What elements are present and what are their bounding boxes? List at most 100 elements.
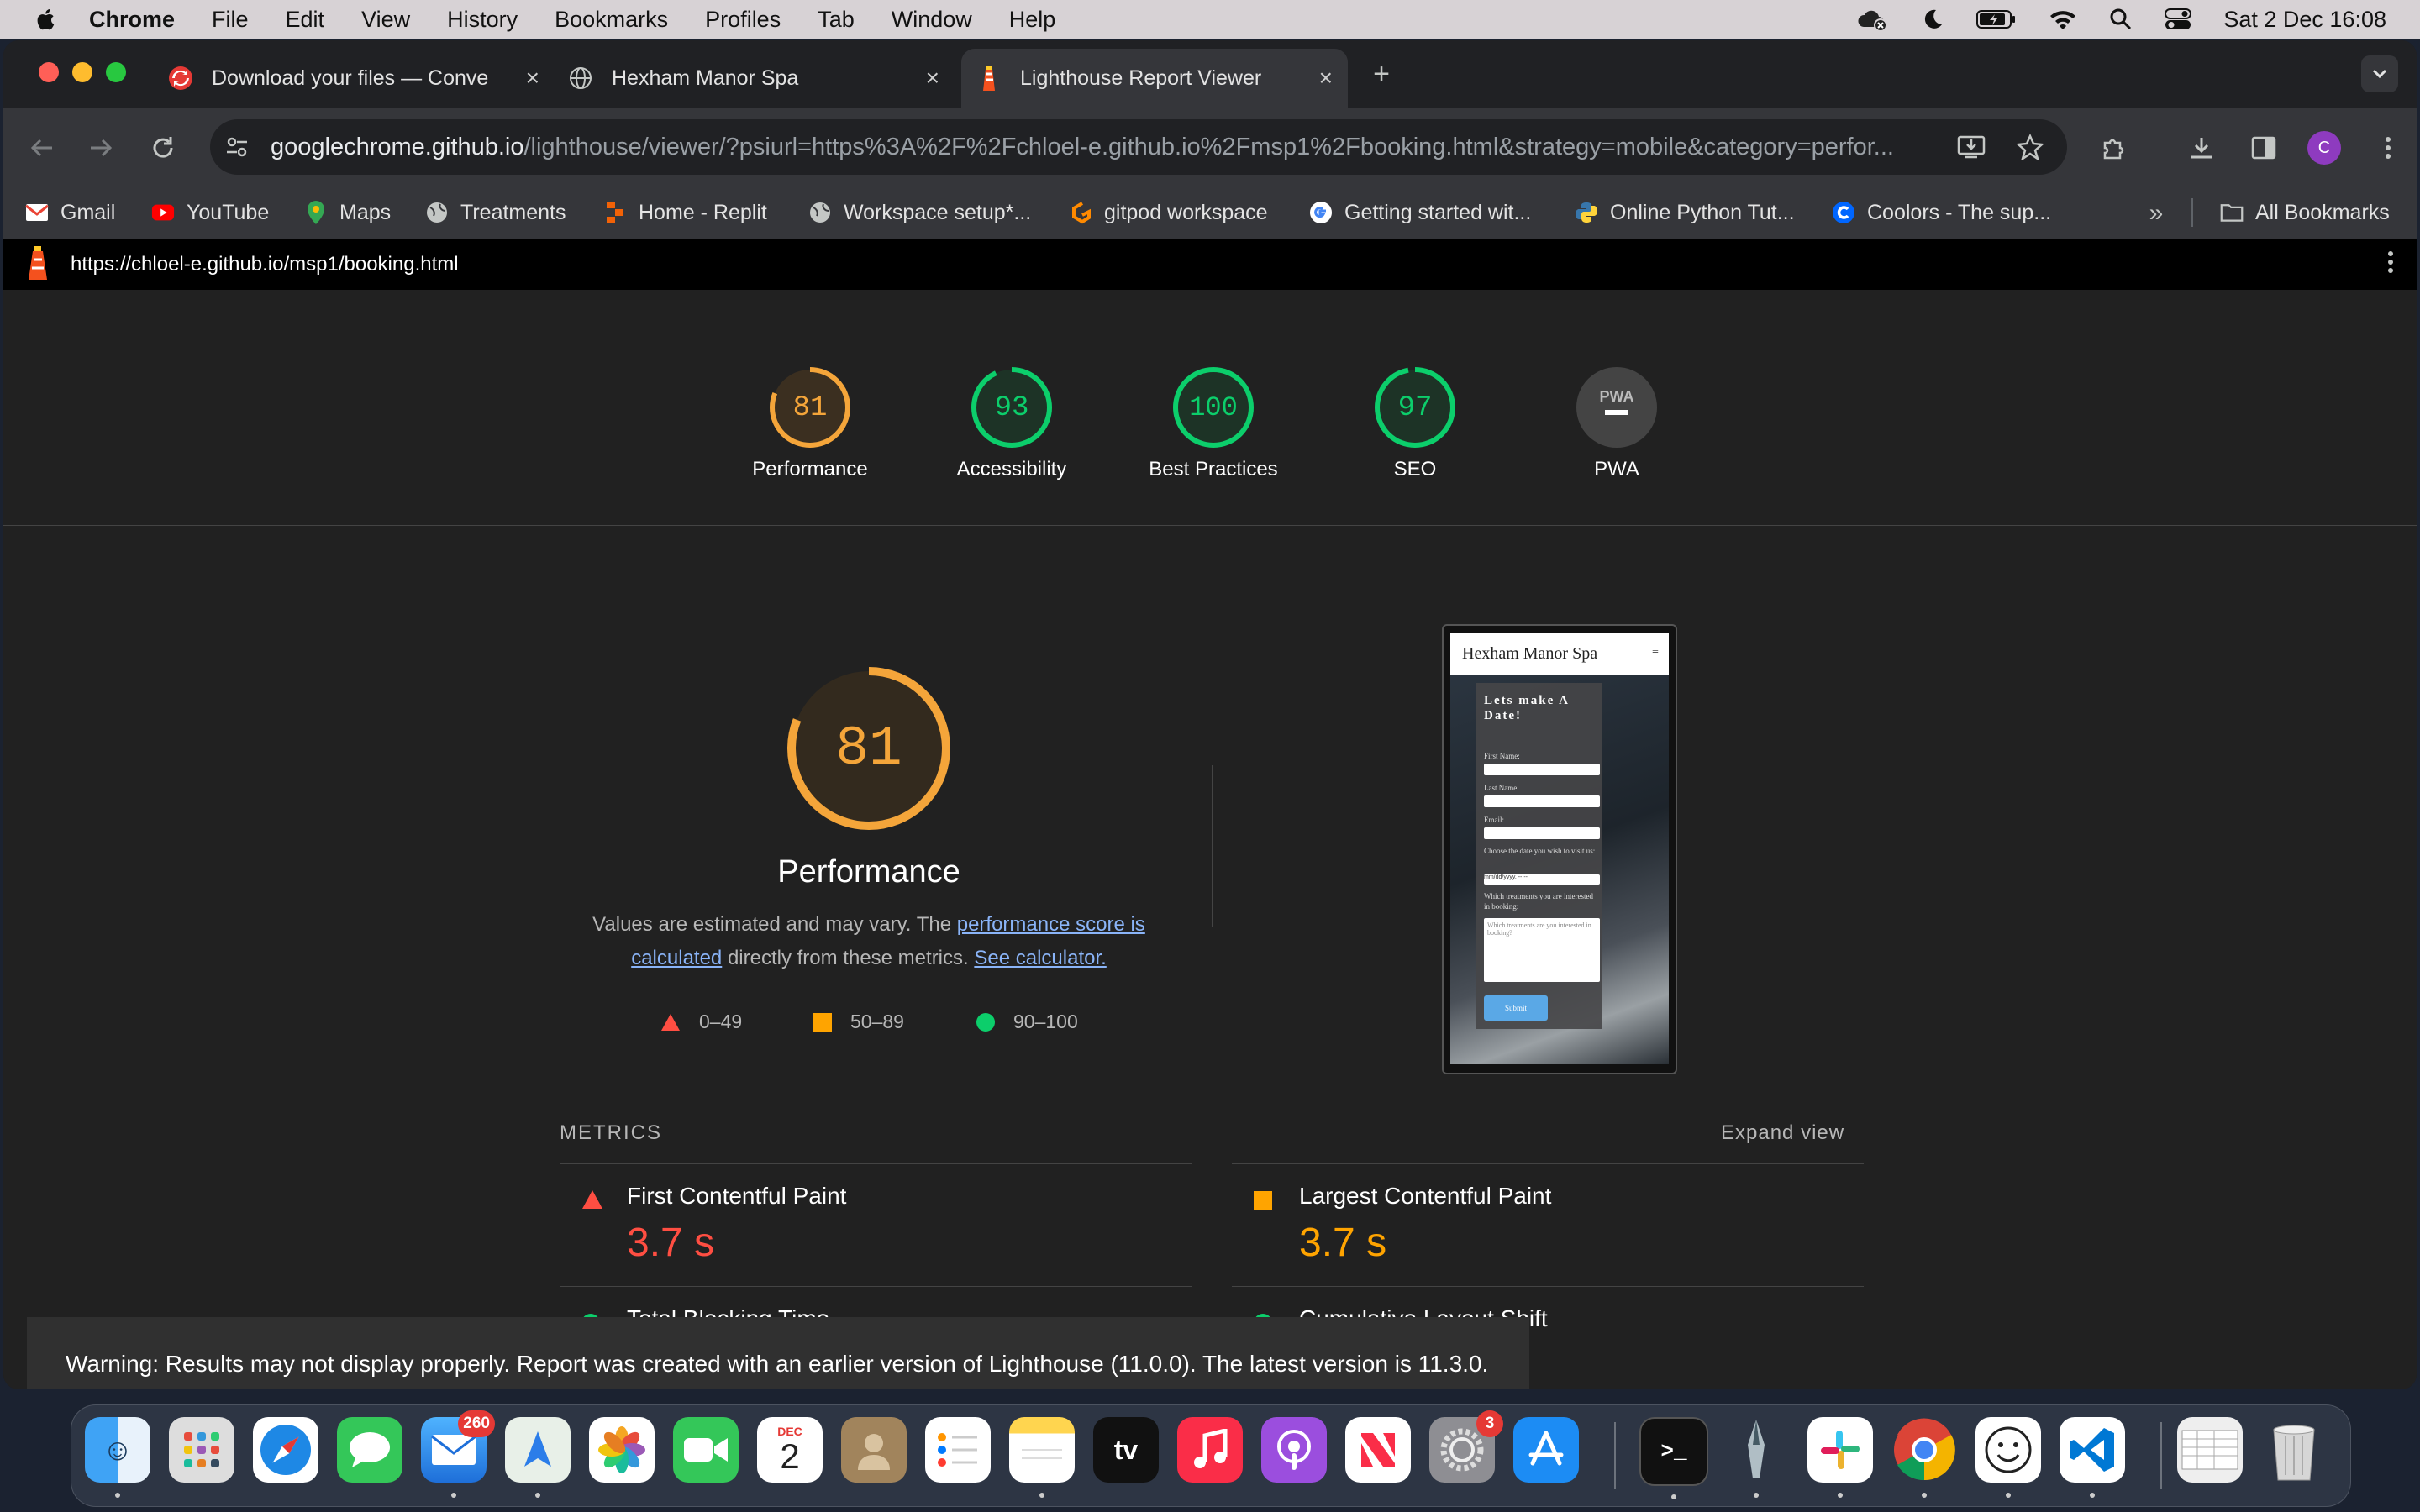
tab-hexham-manor-spa[interactable]: Hexham Manor Spa × (568, 49, 955, 108)
minimize-window-button[interactable] (72, 62, 92, 82)
bookmark-youtube[interactable]: YouTube (151, 186, 269, 239)
dock-contacts[interactable] (841, 1417, 907, 1483)
menu-edit[interactable]: Edit (286, 7, 325, 33)
bookmark-gmail[interactable]: Gmail (25, 186, 115, 239)
zoom-window-button[interactable] (106, 62, 126, 82)
final-screenshot[interactable]: Hexham Manor Spa ≡ Lets make A Date! Firs… (1442, 624, 1677, 1074)
close-window-button[interactable] (39, 62, 59, 82)
see-calculator-link[interactable]: See calculator. (974, 947, 1106, 969)
globe-icon (568, 66, 593, 91)
dark-mode-icon[interactable] (1921, 8, 1944, 31)
menu-app-chrome[interactable]: Chrome (89, 7, 175, 33)
bookmark-getting-started[interactable]: Getting started wit... (1309, 186, 1531, 239)
all-bookmarks-folder[interactable]: All Bookmarks (2220, 186, 2390, 239)
bookmark-gitpod[interactable]: gitpod workspace (1069, 186, 1268, 239)
apple-menu-icon[interactable] (34, 7, 55, 32)
dock-reminders[interactable] (925, 1417, 991, 1483)
vscode-icon (2070, 1428, 2114, 1472)
address-url[interactable]: googlechrome.github.io/lighthouse/viewer… (271, 134, 1951, 161)
chrome-menu-icon[interactable] (2373, 133, 2403, 163)
profile-avatar[interactable]: C (2307, 131, 2341, 165)
dock-chrome[interactable] (1891, 1417, 1957, 1498)
metric-largest-contentful-paint[interactable]: Largest Contentful Paint 3.7 s (1232, 1163, 1864, 1287)
gauge-best-practices[interactable]: 100 Best Practices (1138, 365, 1289, 481)
new-tab-icon[interactable]: + (1366, 58, 1397, 90)
report-menu-icon[interactable] (2386, 249, 2395, 281)
metric-name: Largest Contentful Paint (1299, 1183, 1552, 1209)
dock-trash[interactable] (2261, 1417, 2327, 1483)
dock-facetime[interactable] (673, 1417, 739, 1483)
wifi-icon[interactable] (2049, 8, 2077, 30)
site-info-icon[interactable] (222, 132, 252, 162)
dock-vscode[interactable] (2060, 1417, 2125, 1498)
tab-search-chevron-icon[interactable] (2361, 55, 2398, 92)
dock-calendar[interactable]: DEC 2 (757, 1417, 823, 1483)
dock-music[interactable] (1177, 1417, 1243, 1483)
dock-safari[interactable] (253, 1417, 318, 1483)
forward-arrow-icon[interactable] (86, 133, 116, 163)
dock-slack[interactable] (1807, 1417, 1873, 1498)
menubar-clock[interactable]: Sat 2 Dec 16:08 (2223, 7, 2386, 33)
downloads-icon[interactable] (2186, 133, 2217, 163)
google-icon (1309, 201, 1333, 224)
gauge-seo[interactable]: 97 SEO (1339, 365, 1491, 481)
creative-cloud-icon[interactable] (1855, 7, 1889, 32)
install-app-icon[interactable] (1956, 132, 1986, 162)
extensions-puzzle-icon[interactable] (2099, 133, 2129, 163)
metric-first-contentful-paint[interactable]: First Contentful Paint 3.7 s (560, 1163, 1192, 1287)
dock-inkscape[interactable] (1723, 1417, 1789, 1498)
gauge-accessibility[interactable]: 93 Accessibility (936, 365, 1087, 481)
gauge-performance[interactable]: 81 Performance (734, 365, 886, 481)
bookmark-treatments[interactable]: Treatments (425, 186, 566, 239)
more-bookmarks-chevron-icon[interactable]: » (2141, 198, 2171, 228)
dock-smiley-app[interactable] (1975, 1417, 2041, 1498)
dock-podcasts[interactable] (1261, 1417, 1327, 1483)
close-tab-icon[interactable]: × (926, 65, 939, 92)
folder-icon (2220, 201, 2244, 224)
reload-icon[interactable] (148, 133, 178, 163)
dock-app-store[interactable] (1513, 1417, 1579, 1483)
address-bar[interactable]: googlechrome.github.io/lighthouse/viewer… (210, 119, 2067, 175)
menu-view[interactable]: View (361, 7, 410, 33)
menu-tab[interactable]: Tab (818, 7, 855, 33)
tab-convertio[interactable]: Download your files — Conve × (168, 49, 555, 108)
side-panel-icon[interactable] (2249, 133, 2279, 163)
dock-notes[interactable] (1009, 1417, 1075, 1498)
dock-mail[interactable]: 260 (421, 1410, 495, 1498)
back-arrow-icon[interactable] (27, 133, 57, 163)
bookmark-label: Coolors - The sup... (1867, 200, 2052, 224)
menu-profiles[interactable]: Profiles (705, 7, 781, 33)
dock-apple-tv[interactable]: tv (1093, 1417, 1159, 1483)
bookmark-workspace-setup[interactable]: Workspace setup*... (808, 186, 1031, 239)
dock-recent-document[interactable] (2177, 1417, 2243, 1483)
bookmark-coolors[interactable]: Coolors - The sup... (1832, 186, 2051, 239)
dock-system-settings[interactable]: 3 (1429, 1410, 1503, 1483)
dock-finder[interactable]: ☺ (85, 1417, 150, 1498)
dock-messages[interactable] (337, 1417, 402, 1483)
dock-photos[interactable] (589, 1417, 655, 1483)
legend-label: 0–49 (699, 1011, 743, 1032)
dock-news[interactable] (1345, 1417, 1411, 1483)
menu-bookmarks[interactable]: Bookmarks (555, 7, 668, 33)
close-tab-icon[interactable]: × (1319, 65, 1333, 92)
menu-window[interactable]: Window (892, 7, 972, 33)
menu-history[interactable]: History (447, 7, 518, 33)
menu-file[interactable]: File (212, 7, 249, 33)
menu-help[interactable]: Help (1009, 7, 1056, 33)
close-tab-icon[interactable]: × (526, 65, 539, 92)
control-center-icon[interactable] (2165, 8, 2192, 31)
battery-icon[interactable] (1976, 8, 2017, 30)
dock-maps[interactable] (505, 1417, 571, 1498)
spotlight-search-icon[interactable] (2109, 8, 2133, 31)
email-field (1484, 827, 1600, 839)
dock-terminal[interactable]: >_ (1639, 1417, 1708, 1499)
gauge-pwa[interactable]: PWA PWA (1541, 365, 1692, 481)
tab-lighthouse-report-viewer[interactable]: Lighthouse Report Viewer × (961, 49, 1348, 108)
bookmark-star-icon[interactable] (2015, 132, 2045, 162)
bookmark-online-python[interactable]: Online Python Tut... (1575, 186, 1795, 239)
bookmark-replit[interactable]: Home - Replit (603, 186, 767, 239)
bookmark-maps[interactable]: Maps (304, 186, 391, 239)
expand-view-button[interactable]: Expand view (1721, 1121, 1844, 1145)
dock-launchpad[interactable] (169, 1417, 234, 1483)
lighthouse-report: 81 Performance 93 Accessibility 100 Best Pr… (3, 290, 2417, 1389)
